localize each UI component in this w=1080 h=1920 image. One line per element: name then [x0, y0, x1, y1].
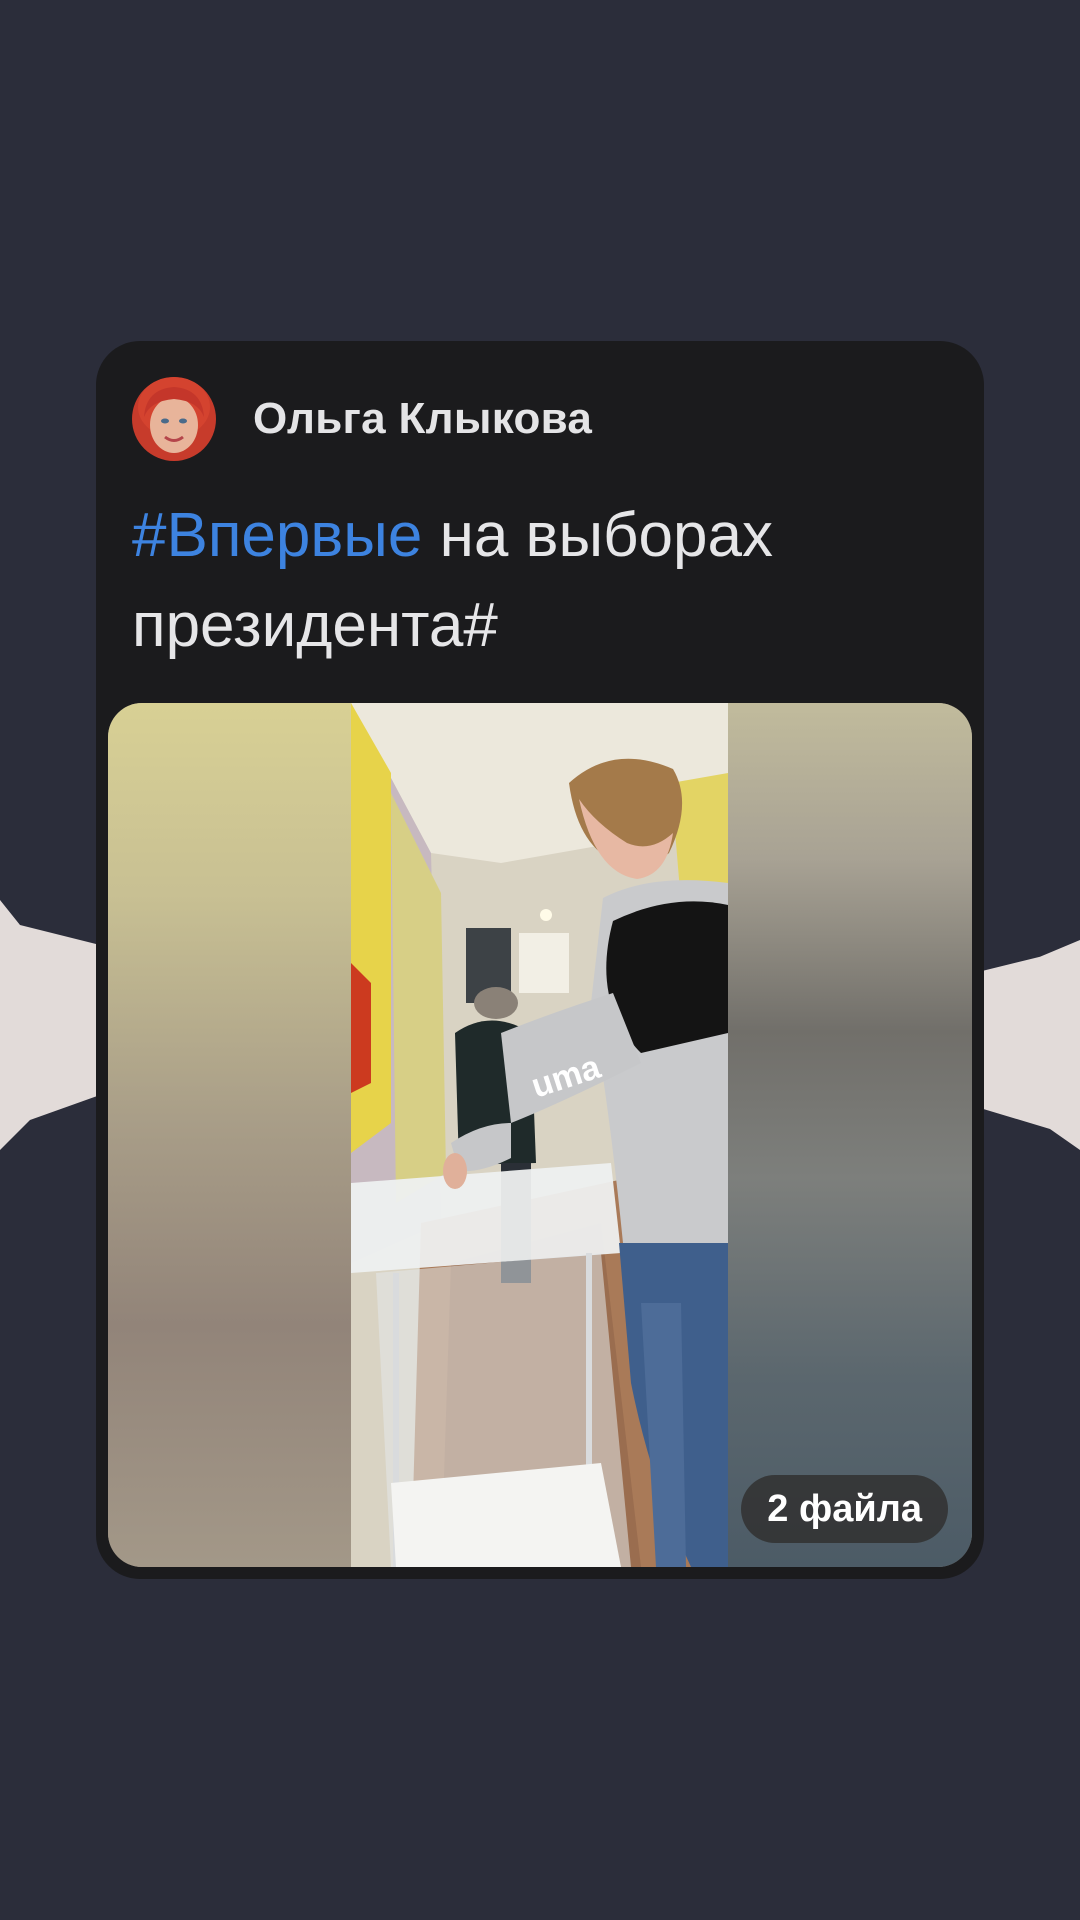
- background-shape-left: [0, 900, 100, 1150]
- post-photo[interactable]: uma: [351, 703, 728, 1567]
- photo-image: uma: [351, 703, 728, 1567]
- author-avatar[interactable]: [132, 377, 216, 461]
- file-count-badge: 2 файла: [741, 1475, 948, 1543]
- background-shape-right: [980, 940, 1080, 1150]
- author-name[interactable]: Ольга Клыкова: [253, 394, 592, 444]
- media-blur-backdrop-left: [108, 703, 351, 1567]
- post-card[interactable]: Ольга Клыкова #Впервые на выборах презид…: [96, 341, 984, 1579]
- media-blur-backdrop-right: [728, 703, 972, 1567]
- post-text: #Впервые на выборах президента#: [132, 491, 932, 671]
- avatar-photo-icon: [132, 377, 216, 461]
- hashtag-link[interactable]: #Впервые: [132, 501, 422, 570]
- post-author[interactable]: Ольга Клыкова: [132, 377, 592, 461]
- post-media[interactable]: uma 2 файла: [108, 703, 972, 1567]
